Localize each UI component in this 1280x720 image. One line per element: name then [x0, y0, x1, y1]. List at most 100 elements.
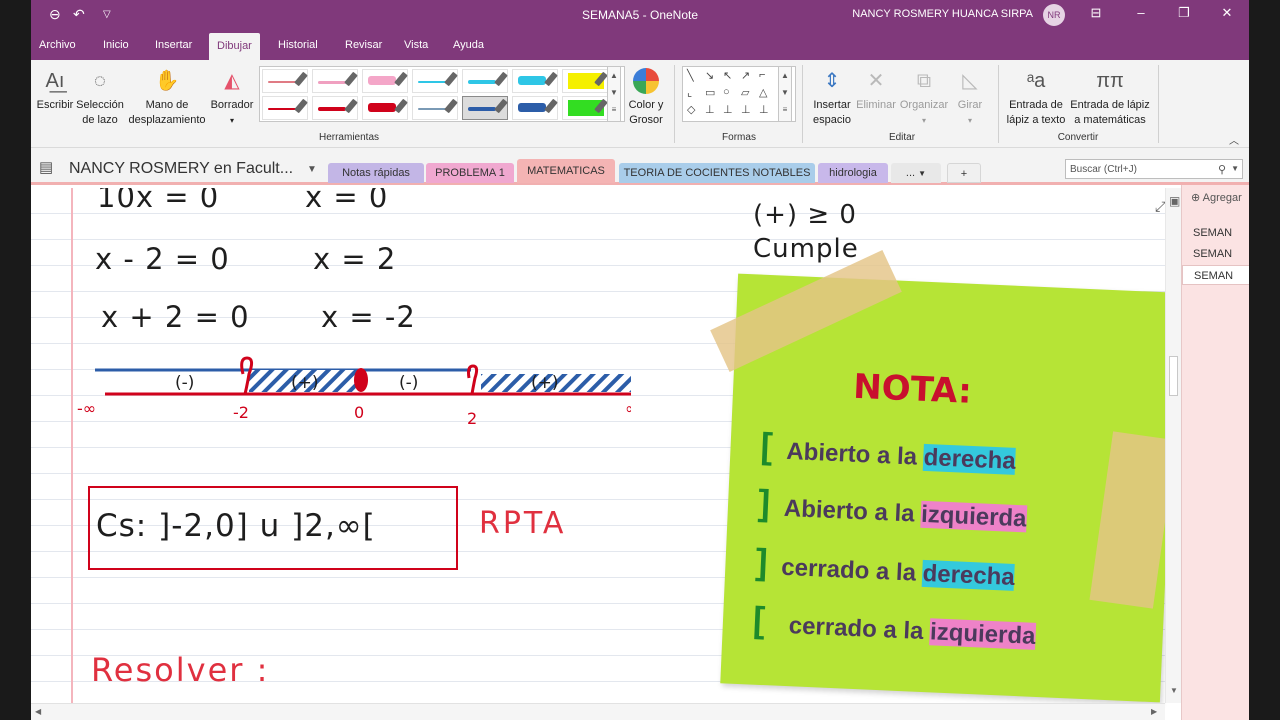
axis-shape-icon[interactable]: ⌞	[687, 86, 692, 99]
chevron-up-icon[interactable]: ▲	[610, 71, 618, 80]
parallelogram-shape-icon[interactable]: ▱	[741, 86, 749, 99]
chevron-down-icon[interactable]: ▼	[610, 88, 618, 97]
tab-archivo[interactable]: Archivo	[39, 39, 76, 51]
ink-to-text-button[interactable]: ᵃa Entrada de lápiz a texto	[1003, 68, 1069, 128]
pen-stroke	[468, 80, 496, 84]
page-item[interactable]: SEMAN	[1182, 223, 1249, 243]
minimize-icon[interactable]: –	[1126, 5, 1156, 20]
pen-thin-red[interactable]	[262, 69, 308, 93]
section-tab-problema-1[interactable]: PROBLEMA 1	[426, 163, 514, 183]
graph2-shape-icon[interactable]: ⊥	[723, 103, 733, 116]
equation-3-right: x = -2	[321, 300, 416, 334]
section-tab-teoria-cocientes[interactable]: TEORIA DE COCIENTES NOTABLES	[619, 163, 815, 183]
tab-inicio[interactable]: Inicio	[103, 39, 129, 51]
ink-to-math-button[interactable]: ππ Entrada de lápiz a matemáticas	[1069, 68, 1151, 128]
section-tab-notas-rapidas[interactable]: Notas rápidas	[328, 163, 424, 183]
add-section-button[interactable]: +	[947, 163, 981, 183]
pen-red[interactable]	[312, 96, 358, 120]
eraser-button[interactable]: ◭ Borrador ▾	[209, 68, 255, 128]
ribbon-display-icon[interactable]: ⊟	[1081, 5, 1111, 21]
user-name[interactable]: NANCY ROSMERY HUANCA SIRPA	[852, 8, 1033, 20]
double-arrow-shape-icon[interactable]: ↖	[723, 69, 732, 82]
page-vertical-scrollbar[interactable]: ▣ ▼	[1165, 188, 1181, 703]
add-page-label: Agregar	[1202, 192, 1242, 204]
section-tab-hidrologia[interactable]: hidrologia	[818, 163, 888, 183]
lasso-icon: ◌	[94, 70, 106, 92]
graph3-shape-icon[interactable]: ⊥	[741, 103, 751, 116]
tab-ayuda[interactable]: Ayuda	[453, 39, 484, 51]
shapes-gallery-scroll[interactable]: ▲ ▼ ≡	[778, 66, 792, 122]
avatar[interactable]: NR	[1043, 4, 1065, 26]
chevron-up-icon[interactable]: ▲	[781, 71, 789, 80]
pen-cyan[interactable]	[462, 69, 508, 93]
arrange-button[interactable]: ⧉ Organizar ▾	[899, 68, 949, 128]
delete-button[interactable]: ✕ Eliminar	[853, 68, 899, 113]
graph4-shape-icon[interactable]: ⊥	[759, 103, 769, 116]
notebook-name[interactable]: NANCY ROSMERY en Facult...	[69, 160, 293, 178]
more-icon[interactable]: ≡	[783, 105, 788, 114]
tab-dibujar[interactable]: Dibujar	[209, 33, 260, 60]
add-page-button[interactable]: ⊕ Agregar	[1191, 191, 1242, 204]
pen-tip-icon	[444, 98, 458, 114]
triangle-shape-icon[interactable]: △	[759, 86, 767, 99]
pen-pink-thin[interactable]	[312, 69, 358, 93]
page-item-selected[interactable]: SEMAN	[1182, 265, 1249, 285]
scroll-left-icon[interactable]: ◀	[35, 707, 41, 716]
pen-tip-icon	[394, 98, 408, 114]
section-tab-matematicas[interactable]: MATEMATICAS	[517, 159, 615, 183]
search-box[interactable]: Buscar (Ctrl+J) ⚲ ▼	[1065, 159, 1243, 179]
collapse-ribbon-icon[interactable]: ︿	[1229, 132, 1239, 147]
open-point-2	[467, 364, 479, 395]
pen-red-thick[interactable]	[362, 96, 408, 120]
expand-icon[interactable]: ⤢	[1155, 198, 1165, 215]
pen-steel-thin[interactable]	[412, 96, 458, 120]
notebook-icon[interactable]: ▤	[39, 158, 53, 176]
page-item[interactable]: SEMAN	[1182, 244, 1249, 264]
notebook-dropdown-icon[interactable]: ▼	[307, 164, 317, 175]
lasso-select-button[interactable]: ◌ Selección de lazo	[75, 68, 125, 128]
close-icon[interactable]: ✕	[1212, 5, 1242, 21]
tab-insertar[interactable]: Insertar	[155, 39, 192, 51]
pen-gallery-scroll[interactable]: ▲ ▼ ≡	[607, 66, 621, 122]
rotate-icon: ◺	[962, 70, 978, 92]
elbow-shape-icon[interactable]: ↗	[741, 69, 750, 82]
tab-vista[interactable]: Vista	[404, 39, 428, 51]
color-thickness-button[interactable]: Color y Grosor	[625, 68, 667, 128]
circle-shape-icon[interactable]: ○	[723, 86, 730, 98]
scrollbar-thumb[interactable]	[1169, 356, 1178, 396]
pen-blue-thick[interactable]	[512, 96, 558, 120]
group-label-shapes: Formas	[722, 132, 756, 143]
search-scope-dropdown-icon[interactable]: ▼	[1231, 164, 1239, 173]
arrow-shape-icon[interactable]: ↘	[705, 69, 714, 82]
diamond-shape-icon[interactable]: ◇	[687, 103, 695, 116]
pan-hand-button[interactable]: ✋ Mano de desplazamiento	[127, 68, 207, 128]
graph-shape-icon[interactable]: ⊥	[705, 103, 715, 116]
rotate-button[interactable]: ◺ Girar ▾	[949, 68, 991, 128]
pen-blue-selected[interactable]	[462, 96, 508, 120]
more-sections-button[interactable]: ... ▼	[891, 163, 941, 183]
line-shape-icon[interactable]: ╲	[687, 69, 694, 82]
tab-revisar[interactable]: Revisar	[345, 39, 382, 51]
page-horizontal-scrollbar[interactable]: ◀ ▶	[31, 703, 1165, 720]
insert-space-button[interactable]: ⇕ Insertar espacio	[807, 68, 857, 128]
pen-red-thin[interactable]	[262, 96, 308, 120]
chevron-down-icon[interactable]: ▼	[781, 88, 789, 97]
restore-icon[interactable]: ❐	[1169, 5, 1199, 21]
scroll-down-icon[interactable]: ▼	[1170, 686, 1178, 695]
equation-2-right: x = 2	[313, 242, 397, 276]
more-icon[interactable]: ≡	[612, 105, 617, 114]
highlighter-yellow[interactable]	[562, 69, 608, 93]
note-item: [cerrado a la izquierda	[752, 599, 1036, 653]
tab-historial[interactable]: Historial	[278, 39, 318, 51]
pen-cyan-thick[interactable]	[512, 69, 558, 93]
rectangle-shape-icon[interactable]: ▭	[705, 86, 715, 99]
pen-pink-thick[interactable]	[362, 69, 408, 93]
highlighter-green[interactable]	[562, 96, 608, 120]
write-button[interactable]: A͟ı Escribir	[35, 68, 75, 113]
corner-shape-icon[interactable]: ⌐	[759, 69, 765, 81]
solution-box: Cs: ]-2,0] u ]2,∞[	[88, 486, 458, 570]
page-tools-icon[interactable]: ▣	[1169, 194, 1180, 208]
pen-cyan-thin[interactable]	[412, 69, 458, 93]
sign-label: (+)	[531, 373, 559, 393]
scroll-right-icon[interactable]: ▶	[1151, 707, 1157, 716]
